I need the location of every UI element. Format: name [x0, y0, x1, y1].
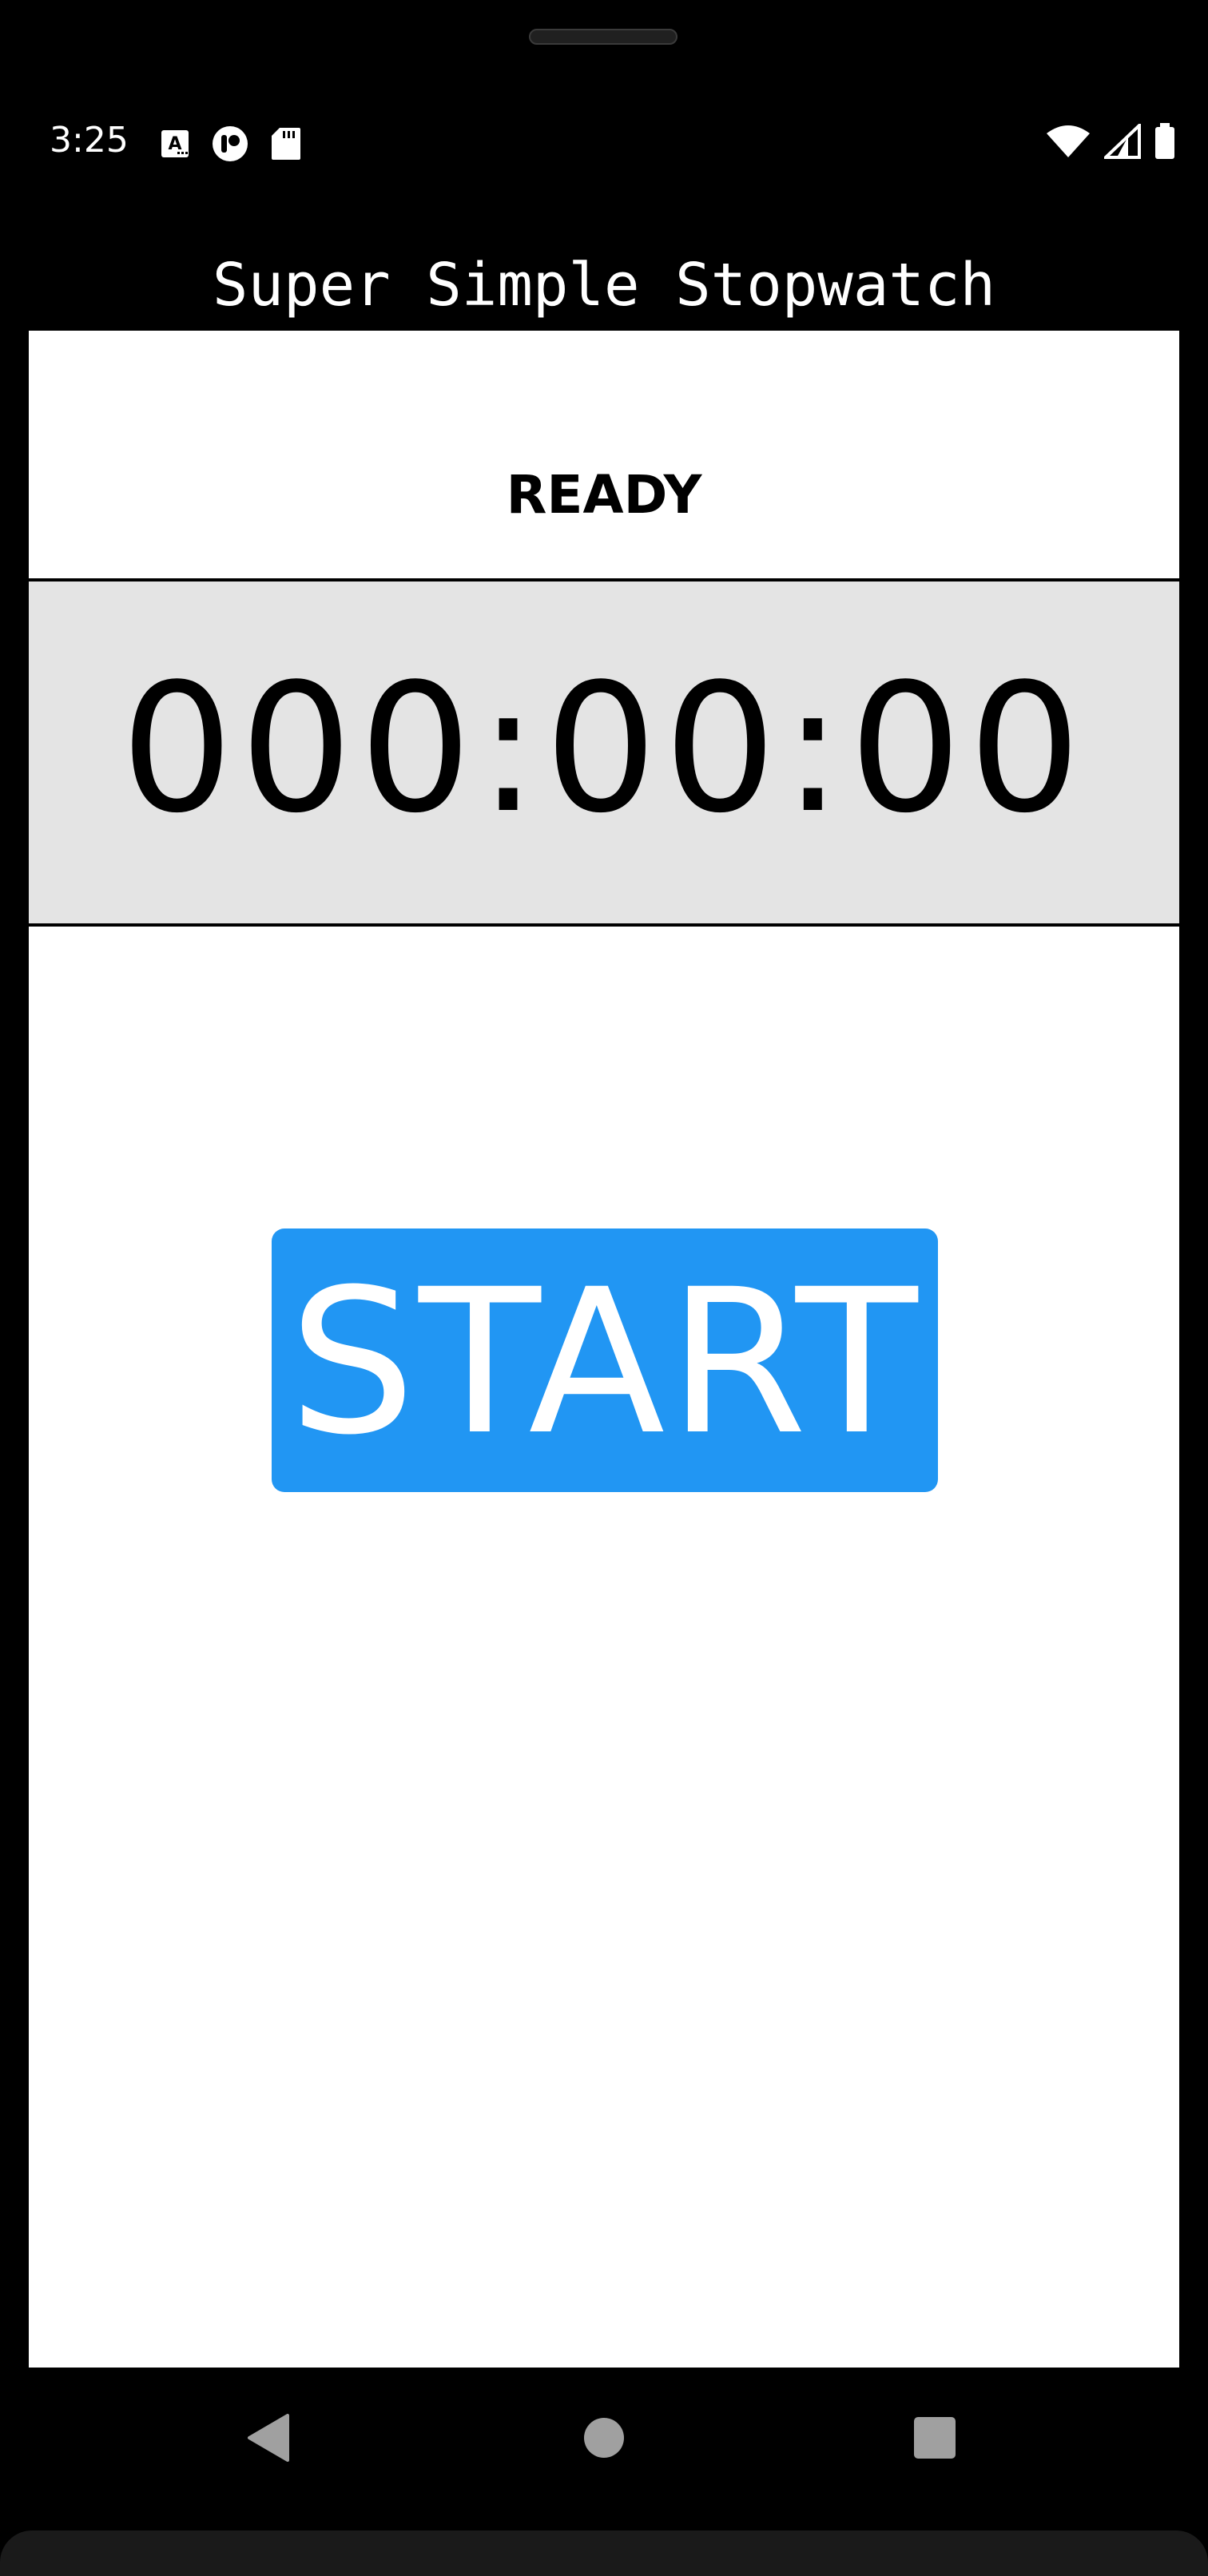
recents-icon	[912, 2415, 957, 2463]
app-title-bar: Super Simple Stopwatch	[0, 240, 1208, 331]
system-navigation-bar	[0, 2368, 1208, 2503]
status-notification-icons: A	[160, 125, 302, 166]
status-system-icons	[1045, 121, 1176, 163]
back-button[interactable]	[228, 2399, 308, 2479]
stopwatch-state-section: READY	[29, 331, 1179, 581]
start-button-label: START	[288, 1246, 921, 1479]
timer-panel: 000:00:00	[29, 581, 1179, 927]
battery-icon	[1154, 123, 1176, 163]
status-bar: 3:25 A	[0, 112, 1208, 176]
svg-text:A: A	[168, 134, 181, 154]
back-icon	[244, 2412, 292, 2467]
stopwatch-state-label: READY	[506, 463, 702, 526]
wifi-icon	[1045, 124, 1091, 162]
app-title: Super Simple Stopwatch	[212, 251, 996, 320]
bottom-bezel	[0, 2530, 1208, 2576]
elapsed-time-display: 000:00:00	[120, 646, 1088, 852]
font-download-icon: A	[160, 129, 190, 162]
device-frame: 3:25 A Super Simple Stopwatch READY 000:…	[0, 0, 1208, 2576]
sd-card-icon	[270, 126, 302, 165]
app-notification-icon	[211, 125, 249, 166]
app-screen: READY 000:00:00 START	[29, 331, 1179, 2368]
cellular-signal-icon	[1102, 121, 1141, 162]
home-button[interactable]	[564, 2399, 644, 2479]
status-time: 3:25	[50, 120, 129, 161]
home-icon	[582, 2415, 626, 2463]
recents-button[interactable]	[895, 2399, 975, 2479]
earpiece-speaker	[529, 29, 678, 45]
start-button[interactable]: START	[272, 1228, 938, 1492]
